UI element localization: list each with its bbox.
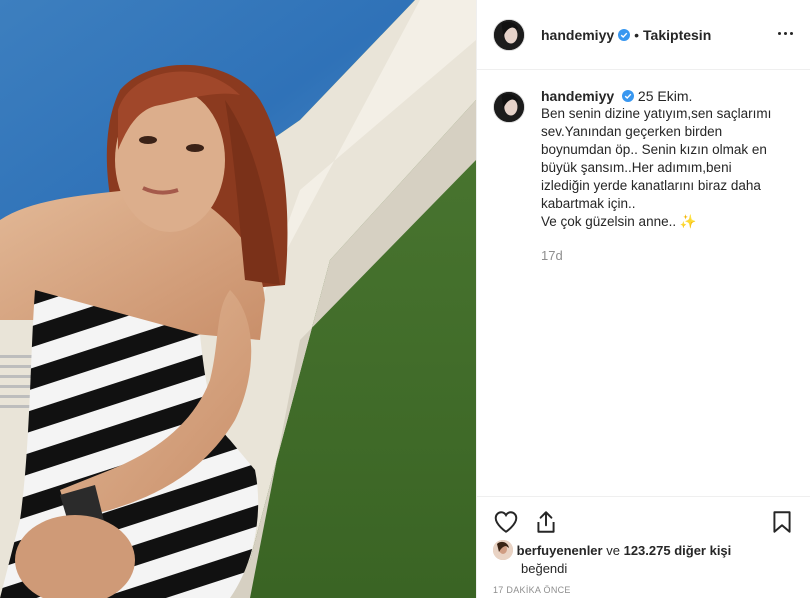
post-side-panel: handemiyy • Takiptesin handemiyy 25 Ekim… xyxy=(476,0,810,598)
likes-connector: ve xyxy=(606,543,620,558)
action-bar xyxy=(477,496,810,546)
caption-line: Ben senin dizine yatıyım,sen saçlarımı xyxy=(541,106,772,121)
likes-suffix: beğendi xyxy=(521,561,568,576)
post-timestamp: 17 DAKİKA ÖNCE xyxy=(493,585,571,595)
more-options-icon[interactable] xyxy=(778,24,794,44)
liker-username[interactable]: berfuyenenler xyxy=(517,543,603,558)
caption-line: boynumdan öp.. Senin kızın olmak en xyxy=(541,142,767,157)
author-avatar[interactable] xyxy=(493,18,525,51)
caption-avatar[interactable] xyxy=(493,91,525,123)
post-header: handemiyy • Takiptesin xyxy=(477,0,810,70)
separator-dot: • xyxy=(634,26,640,43)
following-button[interactable]: Takiptesin xyxy=(643,27,711,43)
caption-age: 17d xyxy=(541,248,563,263)
verified-badge-icon xyxy=(618,28,631,41)
share-icon[interactable] xyxy=(533,509,559,535)
author-username[interactable]: handemiyy xyxy=(541,27,614,43)
heart-icon[interactable] xyxy=(493,509,519,535)
post-photo[interactable] xyxy=(0,0,476,598)
caption-section: handemiyy 25 Ekim. Ben senin dizine yatı… xyxy=(477,71,810,281)
caption-line: büyük şansım..Her adımım,beni xyxy=(541,160,732,175)
verified-badge-icon xyxy=(622,90,635,102)
caption-username[interactable]: handemiyy xyxy=(541,88,614,104)
caption-intro: 25 Ekim. xyxy=(637,88,693,104)
likes-summary: berfuyenenler ve 123.275 diğer kişi beğe… xyxy=(493,540,793,578)
post-photo-image xyxy=(0,0,476,598)
bookmark-icon[interactable] xyxy=(769,509,795,535)
caption-line: izlediğin yerde kanatlarını biraz daha xyxy=(541,178,761,193)
caption-line: sev.Yanından geçerken birden xyxy=(541,124,723,139)
caption-line: kabartmak için.. xyxy=(541,196,636,211)
caption-text: Ben senin dizine yatıyım,sen saçlarımı s… xyxy=(541,105,791,231)
liker-avatar[interactable] xyxy=(493,540,513,560)
sparkle-emoji: ✨ xyxy=(679,214,697,229)
likes-count[interactable]: 123.275 diğer kişi xyxy=(624,543,732,558)
caption-line: Ve çok güzelsin anne.. xyxy=(541,214,677,229)
